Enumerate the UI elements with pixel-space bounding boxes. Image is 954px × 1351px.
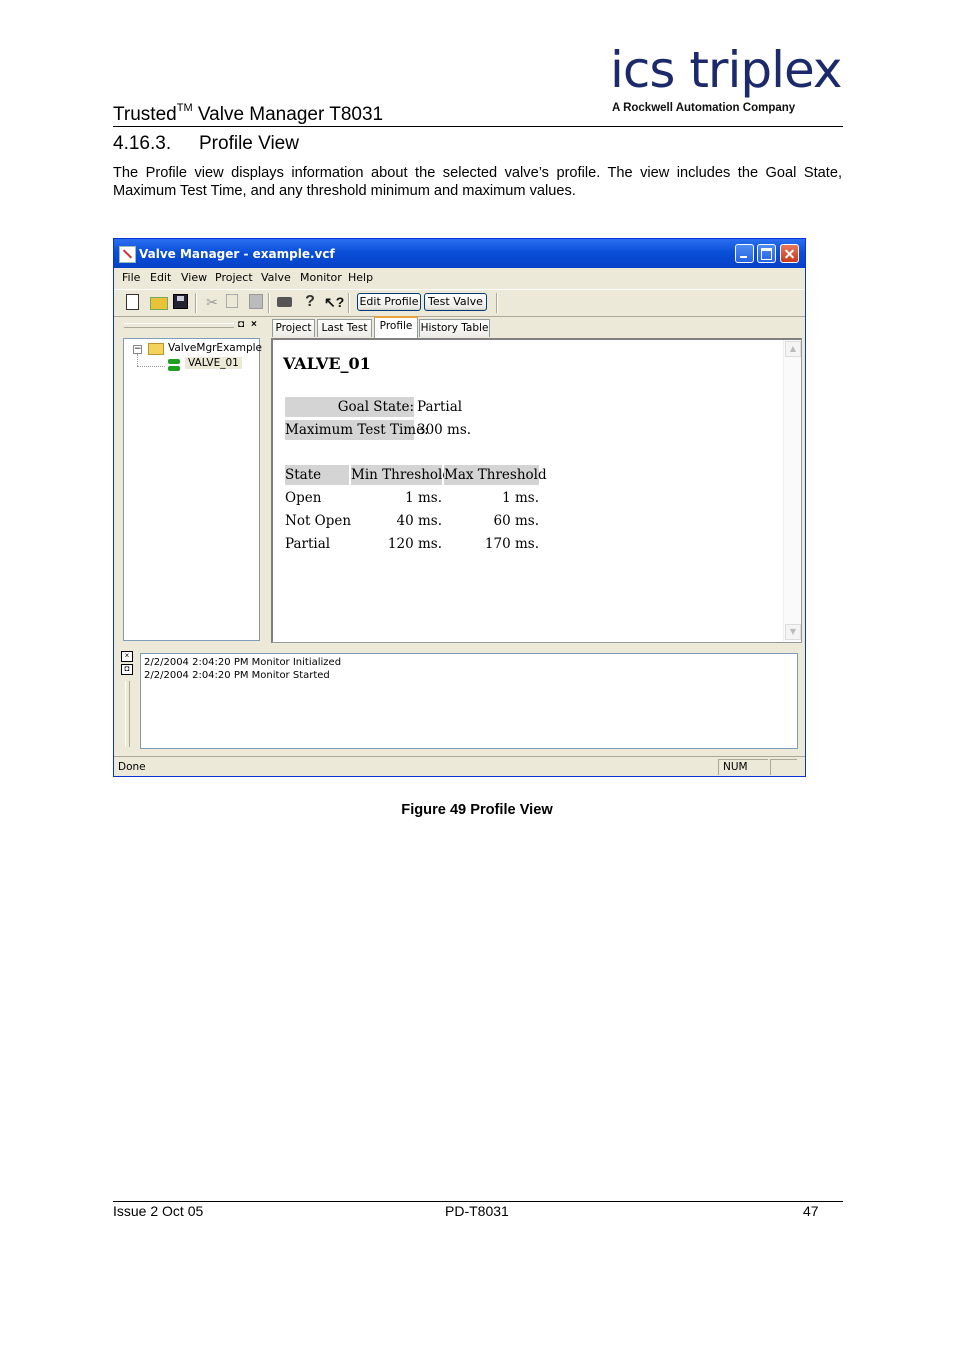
paste-icon[interactable] [249, 294, 263, 309]
status-text: Done [118, 761, 146, 773]
goal-state-value: Partial [417, 399, 463, 415]
context-help-icon[interactable]: ↖? [324, 294, 344, 310]
pane-grip[interactable] [125, 681, 130, 747]
section-title: Profile View [199, 133, 299, 154]
column-header-state: State [285, 465, 349, 485]
scroll-down-icon[interactable]: ▼ [785, 624, 801, 640]
maximize-icon[interactable] [757, 244, 776, 263]
menu-edit[interactable]: Edit [150, 271, 171, 284]
menu-file[interactable]: File [122, 271, 140, 284]
menu-monitor[interactable]: Monitor [300, 271, 342, 284]
table-cell-max: 1 ms. [502, 490, 539, 506]
table-cell-max: 170 ms. [484, 536, 539, 552]
valve-icon [167, 358, 181, 372]
float-log-icon[interactable]: ◘ [121, 664, 133, 675]
menu-project[interactable]: Project [215, 271, 253, 284]
folder-icon [148, 343, 164, 355]
message-log: 2/2/2004 2:04:20 PM Monitor Initialized … [140, 653, 798, 749]
float-pane-icon[interactable]: ◘ [238, 320, 244, 330]
tree-item-project[interactable]: ValveMgrExample [168, 342, 262, 354]
num-lock-indicator: NUM [718, 759, 768, 775]
copy-icon[interactable] [226, 294, 238, 308]
company-tagline: A Rockwell Automation Company [612, 102, 796, 114]
toolbar-separator [348, 293, 350, 313]
max-test-time-value: 300 ms. [417, 422, 472, 438]
table-cell-state: Partial [285, 536, 331, 552]
log-pane-controls: × ◘ [121, 651, 135, 747]
tab-last-test[interactable]: Last Test [317, 319, 372, 337]
collapse-icon[interactable]: − [133, 345, 142, 354]
edit-profile-button[interactable]: Edit Profile [357, 293, 421, 311]
column-header-max: Max Threshold [444, 465, 547, 485]
valve-name: VALVE_01 [283, 354, 371, 373]
tree-connector [137, 366, 165, 367]
table-cell-state: Not Open [285, 513, 352, 529]
scroll-up-icon[interactable]: ▲ [785, 341, 801, 357]
menu-view[interactable]: View [181, 271, 207, 284]
company-logo: ics triplex [610, 41, 842, 99]
column-header-min: Min Threshold [351, 465, 451, 485]
tree-connector [137, 354, 138, 366]
valve-manager-window: Valve Manager - example.vcf File Edit Vi… [113, 238, 806, 777]
header-rule [113, 126, 843, 127]
section-heading: 4.16.3. Profile View [113, 133, 299, 155]
footer-doc-id: PD-T8031 [445, 1203, 509, 1219]
status-bar: Done NUM [114, 756, 805, 776]
toolbar-separator [268, 293, 270, 313]
toolbar: ✂ ? ↖? Edit Profile Test Valve [114, 289, 805, 317]
save-icon[interactable] [173, 294, 188, 309]
body-paragraph: The Profile view displays information ab… [113, 165, 842, 199]
table-cell-state: Open [285, 490, 322, 506]
goal-state-label: Goal State: [285, 397, 414, 417]
menu-help[interactable]: Help [348, 271, 373, 284]
close-log-icon[interactable]: × [121, 651, 133, 662]
profile-view: VALVE_01 Goal State: Partial Maximum Tes… [271, 338, 802, 643]
tree-pane-header: ◘ × [122, 320, 262, 330]
max-test-time-label: Maximum Test Time: [285, 420, 429, 440]
window-titlebar: Valve Manager - example.vcf [114, 239, 805, 268]
log-entry: 2/2/2004 2:04:20 PM Monitor Started [144, 670, 330, 681]
log-entry: 2/2/2004 2:04:20 PM Monitor Initialized [144, 657, 342, 668]
tab-profile[interactable]: Profile [374, 316, 418, 338]
tab-project[interactable]: Project [272, 319, 315, 337]
vertical-scrollbar[interactable]: ▲ ▼ [783, 340, 801, 641]
footer-rule [113, 1201, 843, 1202]
figure-caption: Figure 49 Profile View [401, 802, 553, 818]
section-number: 4.16.3. [113, 133, 172, 154]
table-cell-min: 40 ms. [396, 513, 443, 529]
page-number: 47 [803, 1203, 819, 1219]
tab-history-table[interactable]: History Table [419, 319, 490, 337]
toolbar-separator [496, 293, 498, 313]
menu-valve[interactable]: Valve [261, 271, 291, 284]
app-icon [119, 246, 136, 263]
document-title: TrustedTM Valve Manager T8031 [113, 102, 384, 125]
cut-icon[interactable]: ✂ [204, 294, 220, 310]
print-icon[interactable] [277, 297, 292, 307]
close-icon[interactable] [780, 244, 799, 263]
close-pane-icon[interactable]: × [251, 320, 257, 330]
help-icon[interactable]: ? [302, 294, 318, 310]
tree-item-valve[interactable]: VALVE_01 [185, 357, 242, 369]
project-tree: − ValveMgrExample VALVE_01 [123, 338, 262, 641]
test-valve-button[interactable]: Test Valve [424, 293, 487, 311]
footer-issue: Issue 2 Oct 05 [113, 1203, 204, 1219]
table-cell-min: 1 ms. [405, 490, 442, 506]
toolbar-separator [195, 293, 197, 313]
table-cell-min: 120 ms. [387, 536, 442, 552]
menu-bar: File Edit View Project Valve Monitor Hel… [114, 268, 805, 288]
table-cell-max: 60 ms. [493, 513, 540, 529]
new-file-icon[interactable] [126, 294, 139, 310]
resize-grip[interactable] [770, 759, 797, 775]
pane-grip[interactable] [124, 323, 234, 328]
open-folder-icon[interactable] [150, 297, 168, 310]
window-title: Valve Manager - example.vcf [139, 247, 335, 261]
minimize-icon[interactable] [735, 244, 754, 263]
